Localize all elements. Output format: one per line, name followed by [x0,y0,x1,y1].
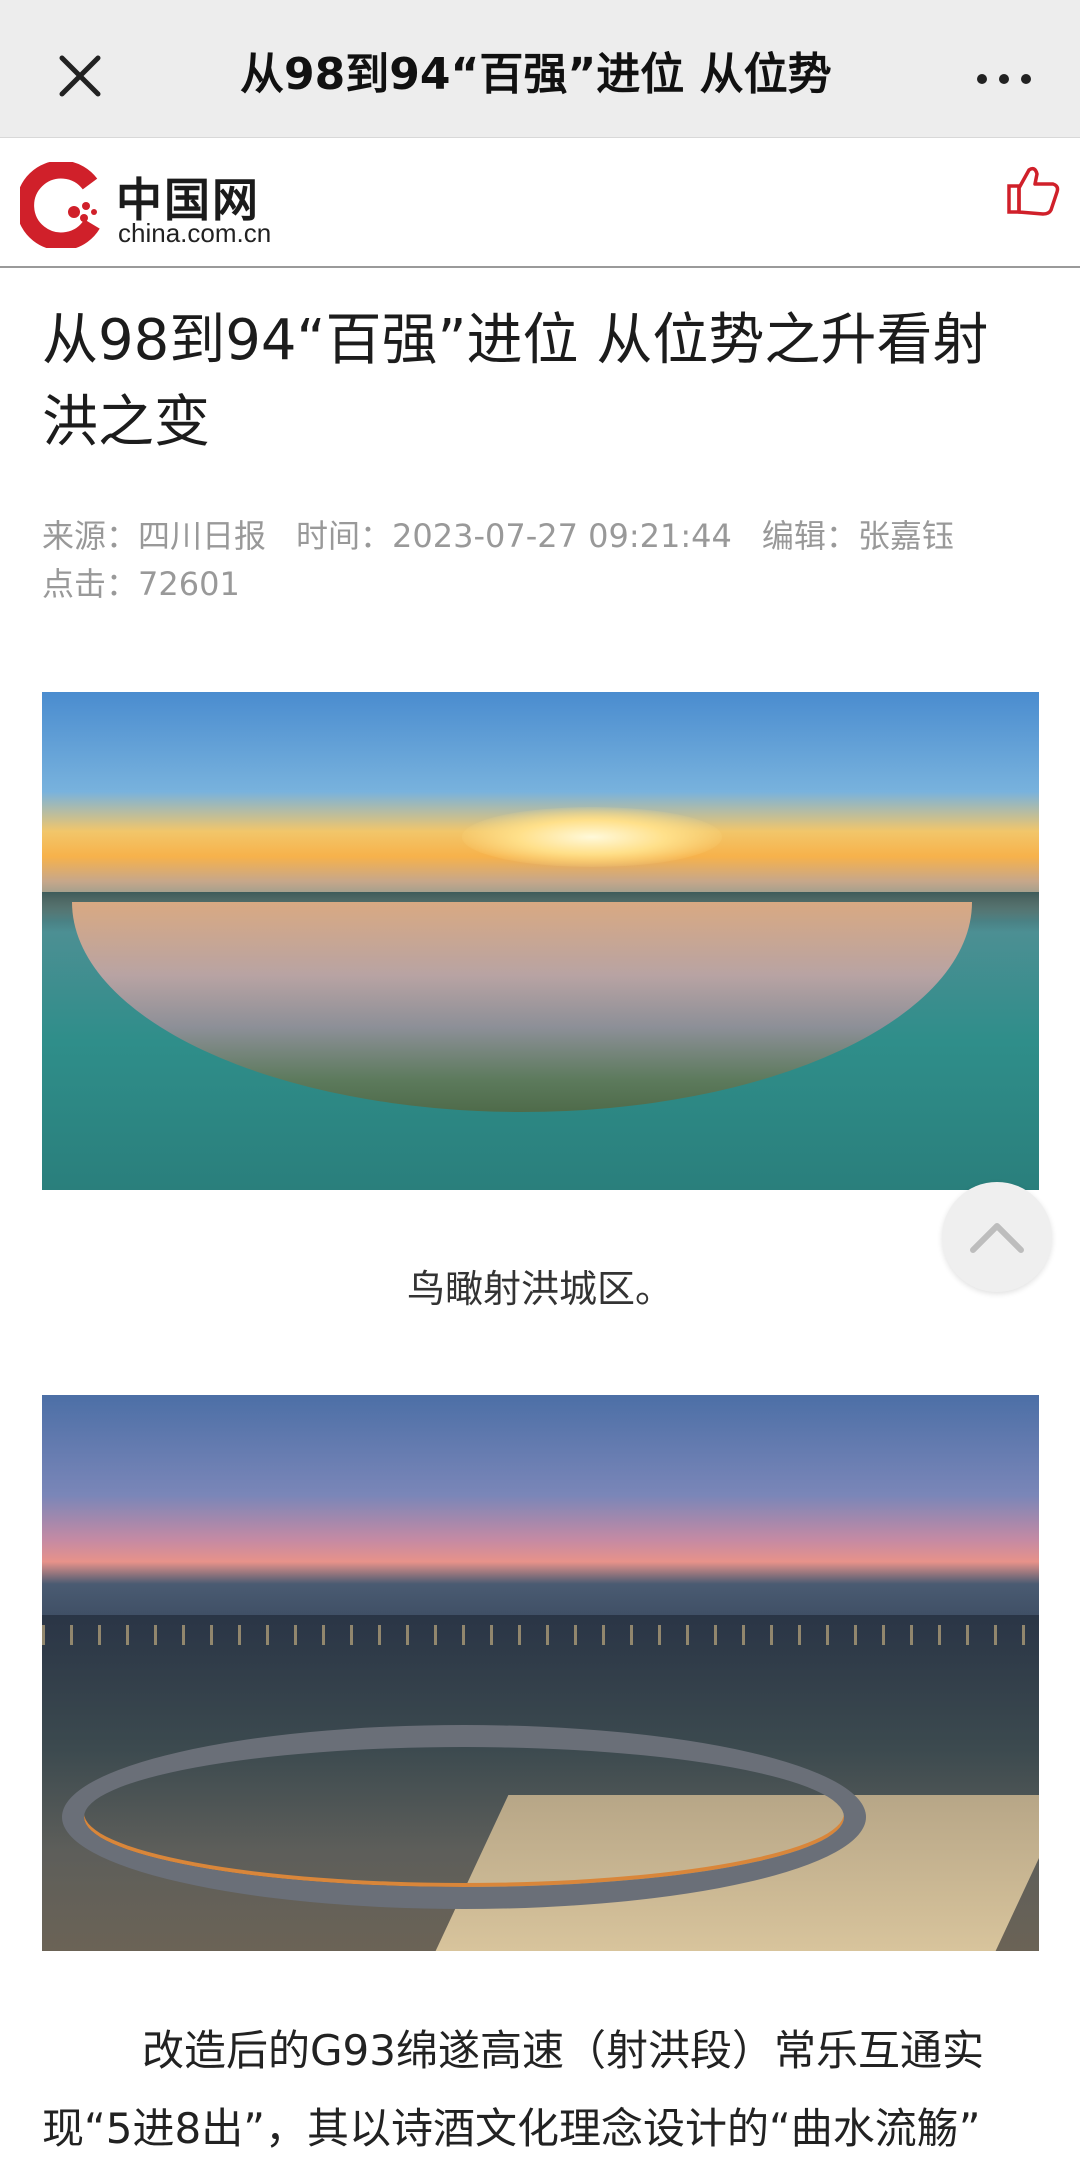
thumbs-up-icon[interactable] [1005,162,1061,218]
article-meta: 来源：四川日报 时间：2023-07-27 09:21:44 编辑：张嘉钰 点击：7… [42,512,1052,608]
logo-mark-icon [20,162,100,248]
chevron-up-icon [970,1223,1024,1253]
site-header: 中国网 china.com.cn [0,138,1080,268]
image-sun-glow [462,807,722,867]
article-title: 从98到94“百强”进位 从位势之升看射洪之变 [42,308,989,455]
meta-clicks: 点击：72601 [42,565,240,603]
close-icon[interactable] [50,46,110,106]
article-image-city-aerial[interactable] [42,692,1039,1190]
image-city-peninsula [72,902,972,1112]
image-caption: 鸟瞰射洪城区。 [406,1267,673,1311]
image-ring-bridge [62,1725,866,1909]
meta-editor: 编辑：张嘉钰 [761,517,954,555]
meta-source: 来源：四川日报 [42,517,267,555]
article-paragraph: 改造后的G93绵遂高速（射洪段）常乐互通实现“5进8出”，其以诗酒文化理念设计的… [42,2026,984,2153]
logo-text-en: china.com.cn [118,218,272,248]
article-image-interchange[interactable] [42,1395,1039,1951]
site-logo[interactable]: 中国网 china.com.cn [20,162,310,252]
top-bar: 从98到94“百强”进位 从位势 [0,0,1080,138]
image-city-lights [42,1625,1039,1645]
more-icon[interactable] [975,58,1035,98]
back-to-top-button[interactable] [942,1182,1052,1292]
meta-time: 时间：2023-07-27 09:21:44 [296,517,732,555]
page-title: 从98到94“百强”进位 从位势 [240,49,832,100]
